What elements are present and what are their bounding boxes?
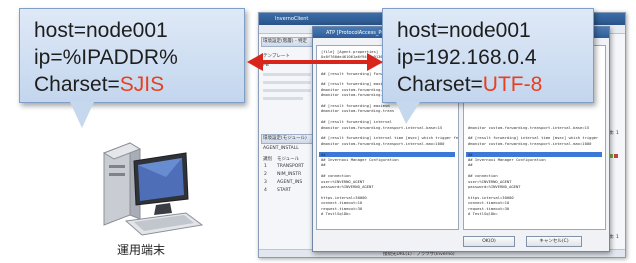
editor-line: ## [result forwarding] interval time [ms… — [468, 135, 599, 141]
row-value[interactable]: TRANSPORT — [277, 164, 304, 169]
editor-line: https.interval=30000 — [321, 194, 367, 200]
editor-line: #monitor custom.forwarding.transport.int… — [468, 124, 590, 130]
ok-button[interactable]: OK(O) — [463, 236, 515, 247]
charset-value: UTF-8 — [482, 73, 543, 96]
tree-row[interactable] — [263, 81, 311, 84]
callout-right-ip: ip=192.168.0.4 — [397, 46, 537, 69]
editor-line: connect.timeout=10 — [321, 200, 363, 206]
tree-row[interactable] — [263, 73, 311, 76]
editor-line: ## [result forwarding] maximum — [321, 103, 390, 108]
editor-line: ## Invernoxi Manager Configuration — [321, 157, 399, 162]
callout-left-ip: ip=%IPADDR% — [34, 46, 178, 69]
editor-line: user=%INVERNO_AGENT — [321, 178, 365, 184]
editor-line: ## — [321, 151, 326, 157]
editor-line: ## — [468, 162, 473, 168]
cancel-button[interactable]: キャンセル(C) — [526, 236, 582, 247]
editor-line: ## Invernoxi Manager Configuration — [468, 157, 546, 162]
bottom-pane-title: 環境設定(モジュール) — [263, 136, 307, 141]
editor-line: #monitor custom.forwarding.trans — [321, 108, 395, 114]
row-value[interactable]: START — [277, 188, 291, 193]
callout-left-host: host=node001 — [34, 19, 168, 42]
callout-right-tail — [396, 102, 420, 124]
editor-line: request.timeout=30 — [468, 205, 510, 211]
editor-line: ## — [468, 151, 473, 157]
row-index: 3 — [264, 180, 267, 185]
editor-line: ## [result forwarding] maximum — [321, 81, 390, 87]
callout-right-charset: Charset=UTF-8 — [397, 71, 593, 98]
editor-line: ## connection — [321, 173, 351, 179]
editor-line: ## [result forwarding] interval — [321, 119, 392, 125]
terminal-caption: 運用端末 — [117, 243, 166, 257]
editor-line: connect.timeout=10 — [468, 200, 510, 206]
top-pane-title: 環境設定(階層) - 特定 — [263, 39, 307, 44]
editor-line: ## — [321, 162, 326, 168]
editor-line: # TestlSqlDb= — [321, 211, 351, 216]
editor-line: request.timeout=30 — [321, 205, 363, 211]
callout-left-tail — [70, 102, 94, 128]
editor-line: # TestlSqlDb= — [468, 211, 498, 216]
editor-line: manager.url=http://192.168.0.3:8080/Inve… — [468, 189, 571, 195]
tree-row[interactable] — [263, 89, 311, 92]
row-value[interactable]: AGENT_INS — [277, 180, 302, 185]
callout-right-host: host=node001 — [397, 19, 531, 42]
editor-line: password=%INVERNO_AGENT — [468, 184, 521, 189]
row-index: 4 — [264, 188, 267, 193]
row-index: 1 — [264, 164, 267, 169]
callout-server-settings: host=node001 ip=192.168.0.4 Charset=UTF-… — [382, 8, 594, 103]
editor-line: #monitor custom.forwarding.transport.int… — [321, 124, 443, 130]
callout-terminal-settings: host=node001 ip=%IPADDR% Charset=SJIS — [19, 8, 245, 103]
row-value[interactable]: NIM_INSTR — [277, 172, 301, 177]
charset-key: Charset= — [397, 73, 483, 96]
callout-left-charset: Charset=SJIS — [34, 71, 244, 98]
editor-line: https.interval=30000 — [468, 194, 514, 200]
tree-row[interactable] — [263, 97, 303, 100]
editor-line: #monitor custom.forwarding.transport.int… — [321, 140, 445, 146]
editor-line: user=%INVERNO_AGENT — [468, 178, 512, 184]
editor-line: #monitor custom.forwarding.transport.int… — [468, 140, 592, 146]
editor-line: password=%INVERNO_AGENT — [321, 184, 374, 189]
computer-terminal-icon — [102, 142, 204, 236]
charset-value: SJIS — [119, 73, 165, 96]
editor-line: manager.url=http://172.16.47.116:8080/In… — [321, 189, 429, 195]
col-header-id: 識別 — [263, 157, 272, 162]
charset-key: Charset= — [34, 73, 120, 96]
agent-install-label: AGENT_INSTALL — [263, 146, 299, 151]
editor-line: ## [result forwarding] interval time [ms… — [321, 135, 459, 141]
app-title: InvernoClient — [275, 16, 309, 22]
bidirectional-arrow-icon — [247, 53, 383, 71]
editor-line: ## connection — [468, 173, 498, 179]
row-index: 2 — [264, 172, 267, 177]
col-header-module: モジュール — [277, 157, 300, 162]
